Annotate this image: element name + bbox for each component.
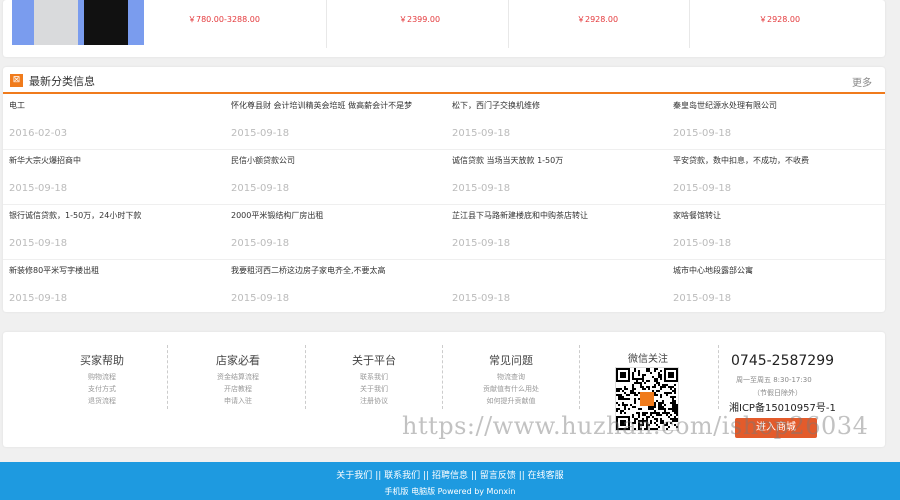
- footer-link-about[interactable]: 关于我们: [336, 468, 372, 481]
- classified-title: 最新分类信息: [29, 75, 95, 88]
- classified-item-date: 2015-09-18: [9, 183, 68, 194]
- classified-item-date: 2015-09-18: [452, 128, 511, 139]
- product-price: ￥2399.00: [399, 15, 441, 24]
- help-link[interactable]: 如何提升贡献值: [446, 396, 576, 406]
- classified-item-date: 2015-09-18: [452, 183, 511, 194]
- classified-section: ⊠ 最新分类信息 更多 电工 2016-02-03 怀化尊县财 会计培训精英会培班 …: [3, 67, 885, 312]
- classified-item-title[interactable]: 银行诚信贷款，1-50万，24小时下款: [9, 210, 141, 221]
- product-item[interactable]: ￥2928.00: [577, 0, 677, 52]
- classified-item[interactable]: 芷江县下马路新建楼底和中购茶店转让 2015-09-18: [446, 205, 666, 260]
- service-hours-note: （节假日除外）: [753, 389, 802, 397]
- product-item[interactable]: ￥2928.00: [759, 0, 859, 52]
- help-link[interactable]: 联系我们: [309, 372, 439, 382]
- pc-version-link[interactable]: 电脑版: [411, 487, 435, 496]
- classified-item[interactable]: 民信小额贷款公司 2015-09-18: [225, 150, 445, 205]
- classified-item-title[interactable]: 城市中心地段露部公寓: [673, 265, 753, 276]
- classified-item[interactable]: 2015-09-18: [446, 260, 666, 315]
- classified-item-title[interactable]: 平安贷款，数中扣息，不成功，不收费: [673, 155, 809, 166]
- help-link[interactable]: 贡献值有什么用处: [446, 384, 576, 394]
- classified-item-title[interactable]: 家啥餐馆转让: [673, 210, 721, 221]
- mobile-version-link[interactable]: 手机版: [385, 487, 409, 496]
- classified-item-title[interactable]: 民信小额贷款公司: [231, 155, 295, 166]
- classified-item-date: 2015-09-18: [673, 128, 732, 139]
- product-strip: ￥780.00-3288.00 ￥2399.00 ￥2928.00 ￥2928.…: [3, 0, 885, 57]
- product-item[interactable]: ￥780.00-3288.00: [188, 0, 323, 52]
- classified-item-title[interactable]: 芷江县下马路新建楼底和中购茶店转让: [452, 210, 588, 221]
- classified-item[interactable]: 我要租河西二桥这边房子家电齐全,不要太高 2015-09-18: [225, 260, 445, 315]
- footer-link-contact[interactable]: 联系我们: [384, 468, 420, 481]
- classified-item-date: 2015-09-18: [231, 128, 290, 139]
- classified-item-date: 2015-09-18: [673, 293, 732, 304]
- help-column-title: 关于平台: [352, 354, 396, 367]
- classified-item-title[interactable]: 新华大宗火爆招商中: [9, 155, 81, 166]
- classified-item[interactable]: 家啥餐馆转让 2015-09-18: [667, 205, 887, 260]
- classified-item[interactable]: 新华大宗火爆招商中 2015-09-18: [3, 150, 223, 205]
- footer-separator: ||: [375, 471, 382, 481]
- classified-item[interactable]: 电工 2016-02-03: [3, 95, 223, 150]
- classified-item-date: 2015-09-18: [9, 293, 68, 304]
- classified-header: ⊠ 最新分类信息 更多: [3, 67, 885, 94]
- classified-item-title[interactable]: 松下，西门子交换机维修: [452, 100, 540, 111]
- classified-item-title[interactable]: 秦皇岛世纪源水处理有限公司: [673, 100, 777, 111]
- classified-item[interactable]: 诚信贷款 当场当天放款 1-50万 2015-09-18: [446, 150, 666, 205]
- classified-item-date: 2015-09-18: [452, 293, 511, 304]
- help-link[interactable]: 注册协议: [309, 396, 439, 406]
- help-link[interactable]: 资金结算流程: [173, 372, 303, 382]
- powered-by[interactable]: Powered by Monxin: [438, 487, 516, 496]
- help-column-title: 常见问题: [489, 354, 533, 367]
- help-link[interactable]: 支付方式: [37, 384, 167, 394]
- classified-item[interactable]: 新装修80平米写字楼出租 2015-09-18: [3, 260, 223, 315]
- classified-item-date: 2015-09-18: [452, 238, 511, 249]
- more-link[interactable]: 更多: [852, 74, 872, 89]
- wechat-title: 微信关注: [628, 354, 668, 365]
- product-price: ￥780.00-3288.00: [188, 15, 260, 24]
- classified-item-date: 2015-09-18: [9, 238, 68, 249]
- help-column-title: 买家帮助: [80, 354, 124, 367]
- help-link[interactable]: 购物流程: [37, 372, 167, 382]
- footer-bar: 关于我们 || 联系我们 || 招聘信息 || 留言反馈 || 在线客服 手机版…: [0, 462, 900, 500]
- classified-item-date: 2015-09-18: [231, 238, 290, 249]
- product-price: ￥2928.00: [759, 15, 801, 24]
- classified-item-date: 2016-02-03: [9, 128, 68, 139]
- classified-item-date: 2015-09-18: [673, 183, 732, 194]
- product-image[interactable]: [12, 0, 144, 45]
- help-link[interactable]: 开店教程: [173, 384, 303, 394]
- phone-number: 0745-2587299: [731, 353, 835, 369]
- grid-icon: ⊠: [10, 74, 23, 87]
- classified-item-date: 2015-09-18: [673, 238, 732, 249]
- classified-item[interactable]: 银行诚信贷款，1-50万，24小时下款 2015-09-18: [3, 205, 223, 260]
- classified-item[interactable]: 秦皇岛世纪源水处理有限公司 2015-09-18: [667, 95, 887, 150]
- classified-item-title[interactable]: 2000平米锻结构厂房出租: [231, 210, 323, 221]
- classified-item[interactable]: 2000平米锻结构厂房出租 2015-09-18: [225, 205, 445, 260]
- classified-item-date: 2015-09-18: [231, 183, 290, 194]
- help-link[interactable]: 退货流程: [37, 396, 167, 406]
- product-price: ￥2928.00: [577, 15, 619, 24]
- classified-item-title[interactable]: 诚信贷款 当场当天放款 1-50万: [452, 155, 563, 166]
- classified-item-title[interactable]: 我要租河西二桥这边房子家电齐全,不要太高: [231, 265, 386, 276]
- footer-link-feedback[interactable]: 留言反馈: [480, 468, 516, 481]
- footer-link-service[interactable]: 在线客服: [528, 468, 564, 481]
- classified-item-title[interactable]: 新装修80平米写字楼出租: [9, 265, 99, 276]
- footer-separator: ||: [470, 471, 477, 481]
- footer-separator: ||: [518, 471, 525, 481]
- service-hours: 周一至周五 8:30-17:30: [736, 376, 812, 384]
- classified-item-date: 2015-09-18: [231, 293, 290, 304]
- help-link[interactable]: 关于我们: [309, 384, 439, 394]
- classified-item-title[interactable]: 电工: [9, 100, 25, 111]
- footer-links: 关于我们 || 联系我们 || 招聘信息 || 留言反馈 || 在线客服: [0, 468, 900, 481]
- help-link[interactable]: 物流查询: [446, 372, 576, 382]
- help-column-title: 店家必看: [216, 354, 260, 367]
- footer-link-jobs[interactable]: 招聘信息: [432, 468, 468, 481]
- classified-item[interactable]: 城市中心地段露部公寓 2015-09-18: [667, 260, 887, 315]
- product-item[interactable]: ￥2399.00: [399, 0, 499, 52]
- classified-item[interactable]: 怀化尊县财 会计培训精英会培班 做高薪会计不是梦 2015-09-18: [225, 95, 445, 150]
- help-link[interactable]: 申请入驻: [173, 396, 303, 406]
- classified-item[interactable]: 平安贷款，数中扣息，不成功，不收费 2015-09-18: [667, 150, 887, 205]
- classified-item[interactable]: 松下，西门子交换机维修 2015-09-18: [446, 95, 666, 150]
- watermark: https://www.huzhan.com/ishop26034: [402, 412, 869, 440]
- footer-version: 手机版 电脑版 Powered by Monxin: [0, 486, 900, 497]
- footer-separator: ||: [423, 471, 430, 481]
- classified-item-title[interactable]: 怀化尊县财 会计培训精英会培班 做高薪会计不是梦: [231, 100, 412, 111]
